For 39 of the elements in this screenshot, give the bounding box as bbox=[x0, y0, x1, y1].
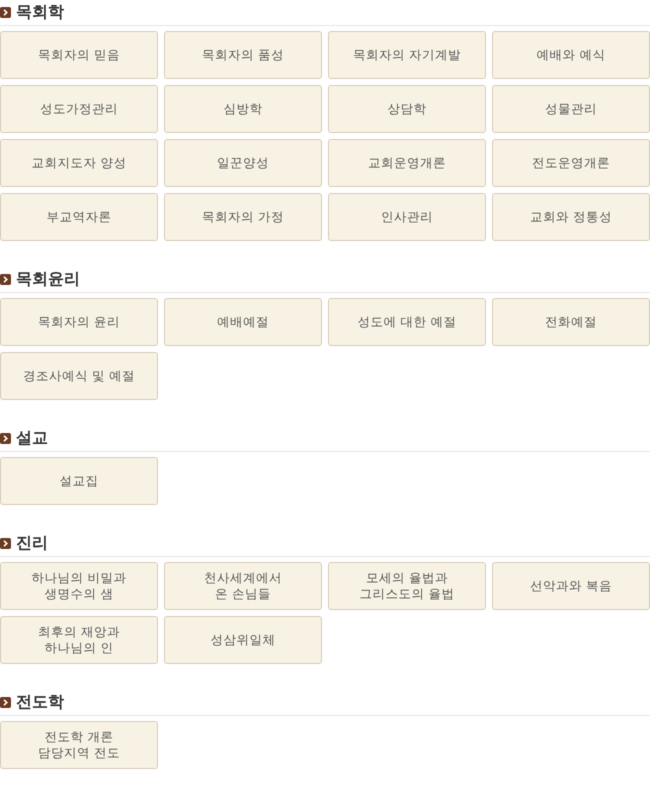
menu-button[interactable]: 목회자의 자기계발 bbox=[328, 31, 486, 79]
menu-button[interactable]: 심방학 bbox=[164, 85, 322, 133]
section-title: 진리 bbox=[16, 533, 48, 554]
section-title: 목회윤리 bbox=[16, 269, 80, 290]
menu-button[interactable]: 하나님의 비밀과 생명수의 샘 bbox=[0, 562, 158, 610]
menu-button[interactable]: 상담학 bbox=[328, 85, 486, 133]
menu-button[interactable]: 성물관리 bbox=[492, 85, 650, 133]
menu-button[interactable]: 목회자의 윤리 bbox=[0, 298, 158, 346]
chevron-icon bbox=[0, 538, 11, 549]
menu-button[interactable]: 교회와 정통성 bbox=[492, 193, 650, 241]
chevron-icon bbox=[0, 7, 11, 18]
menu-button[interactable]: 부교역자론 bbox=[0, 193, 158, 241]
menu-button[interactable]: 예배예절 bbox=[164, 298, 322, 346]
chevron-icon bbox=[0, 697, 11, 708]
menu-button[interactable]: 예배와 예식 bbox=[492, 31, 650, 79]
menu-button[interactable]: 성도가정관리 bbox=[0, 85, 158, 133]
menu-button[interactable]: 전도운영개론 bbox=[492, 139, 650, 187]
menu-button[interactable]: 목회자의 가정 bbox=[164, 193, 322, 241]
menu-button[interactable]: 목회자의 믿음 bbox=[0, 31, 158, 79]
chevron-icon bbox=[0, 274, 11, 285]
menu-button[interactable]: 최후의 재앙과 하나님의 인 bbox=[0, 616, 158, 664]
menu-button[interactable]: 일꾼양성 bbox=[164, 139, 322, 187]
section-title: 전도학 bbox=[16, 692, 64, 713]
chevron-icon bbox=[0, 433, 11, 444]
section-title: 목회학 bbox=[16, 2, 64, 23]
menu-button[interactable]: 교회지도자 양성 bbox=[0, 139, 158, 187]
menu-button[interactable]: 천사세계에서 온 손님들 bbox=[164, 562, 322, 610]
menu-button[interactable]: 전화예절 bbox=[492, 298, 650, 346]
menu-button[interactable]: 성삼위일체 bbox=[164, 616, 322, 664]
menu-button[interactable]: 경조사예식 및 예절 bbox=[0, 352, 158, 400]
menu-button[interactable]: 교회운영개론 bbox=[328, 139, 486, 187]
menu-button[interactable]: 목회자의 품성 bbox=[164, 31, 322, 79]
menu-button[interactable]: 전도학 개론 담당지역 전도 bbox=[0, 721, 158, 769]
menu-button[interactable]: 성도에 대한 예절 bbox=[328, 298, 486, 346]
menu-button[interactable]: 설교집 bbox=[0, 457, 158, 505]
menu-button[interactable]: 모세의 율법과 그리스도의 율법 bbox=[328, 562, 486, 610]
section-title: 설교 bbox=[16, 428, 48, 449]
menu-button[interactable]: 인사관리 bbox=[328, 193, 486, 241]
menu-button[interactable]: 선악과와 복음 bbox=[492, 562, 650, 610]
